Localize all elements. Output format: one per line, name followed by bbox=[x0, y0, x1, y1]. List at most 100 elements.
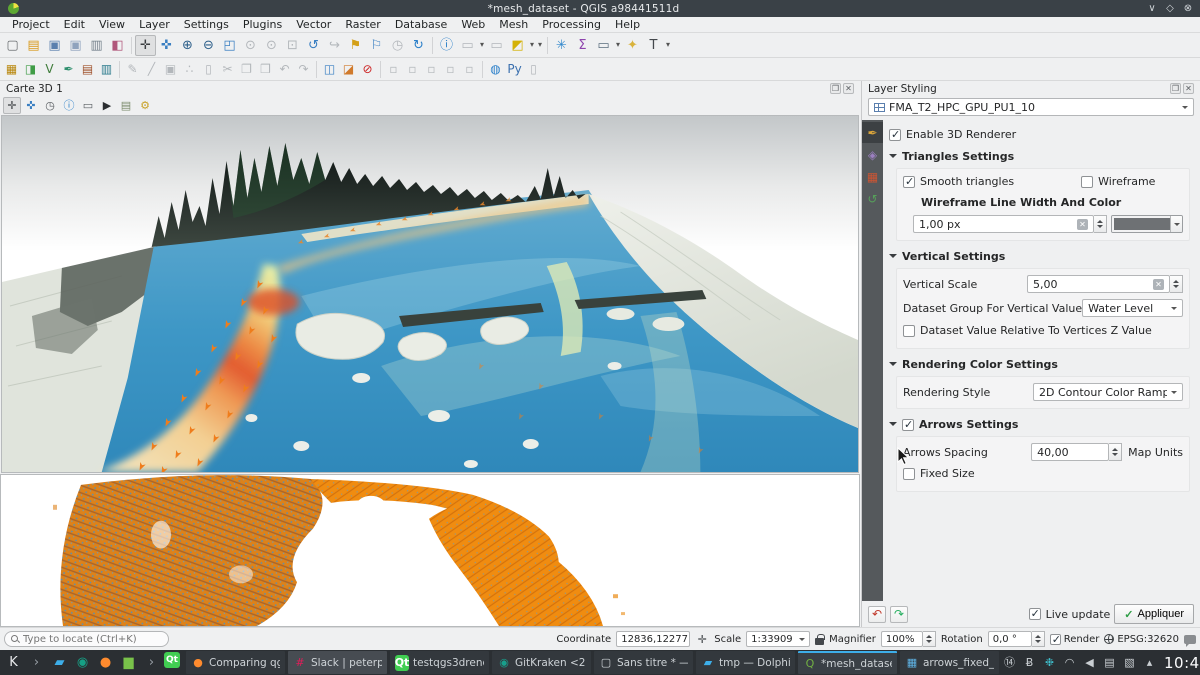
tray-network-icon[interactable]: ◠ bbox=[1061, 654, 1078, 672]
locate-bar[interactable] bbox=[4, 631, 169, 647]
menu-settings[interactable]: Settings bbox=[177, 17, 236, 33]
select-by-expression-icon[interactable]: ▭ bbox=[486, 35, 507, 56]
tray-expand-icon[interactable]: ▴ bbox=[1141, 654, 1158, 672]
2d-map-canvas[interactable] bbox=[0, 474, 860, 627]
map-tips-icon[interactable]: ✦ bbox=[622, 35, 643, 56]
undo-edit-icon[interactable]: ↶ bbox=[275, 60, 294, 79]
rotate-label-icon[interactable]: ▫ bbox=[441, 60, 460, 79]
tray-clipboard-icon[interactable]: ▤ bbox=[1101, 654, 1118, 672]
move-label-icon[interactable]: ▫ bbox=[422, 60, 441, 79]
new-spatial-bookmark-icon[interactable]: ⚑ bbox=[345, 35, 366, 56]
identify-3d-icon[interactable]: ⓘ bbox=[60, 97, 78, 114]
clear-icon[interactable] bbox=[1153, 279, 1164, 290]
coordinate-input[interactable]: 12836,12277 bbox=[616, 631, 690, 647]
task-slack[interactable]: #Slack | peterp ... bbox=[288, 651, 387, 674]
new-spatialite-layer-icon[interactable]: ▤ bbox=[78, 60, 97, 79]
locate-input[interactable] bbox=[23, 634, 162, 645]
menu-raster[interactable]: Raster bbox=[338, 17, 387, 33]
pan-to-selection-icon[interactable]: ✜ bbox=[156, 35, 177, 56]
zoom-out-icon[interactable]: ⊖ bbox=[198, 35, 219, 56]
clear-icon[interactable] bbox=[1077, 219, 1088, 230]
vertical-scale-input[interactable]: 5,00 bbox=[1027, 275, 1170, 293]
menu-edit[interactable]: Edit bbox=[57, 17, 92, 33]
zoom-in-icon[interactable]: ⊕ bbox=[177, 35, 198, 56]
pin-labels-icon[interactable]: ▫ bbox=[384, 60, 403, 79]
select-features-icon[interactable]: ▭ bbox=[457, 35, 478, 56]
save-project-icon[interactable]: ▣ bbox=[44, 35, 65, 56]
datasource-manager-icon[interactable]: ▦ bbox=[2, 60, 21, 79]
arrows-section-header[interactable]: Arrows Settings bbox=[889, 418, 1192, 431]
3d-map-canvas[interactable] bbox=[1, 115, 859, 473]
deselect-all-icon[interactable]: ◩ bbox=[507, 35, 528, 56]
task-qgis[interactable]: Q*mesh_datase... bbox=[798, 651, 897, 674]
task-qtcreator[interactable]: Qttestqgs3drend... bbox=[390, 651, 489, 674]
relative-z-checkbox[interactable] bbox=[903, 325, 915, 337]
task-gitkraken[interactable]: ◉GitKraken <2> bbox=[492, 651, 591, 674]
zoom-full-icon[interactable]: ◰ bbox=[219, 35, 240, 56]
menu-vector[interactable]: Vector bbox=[289, 17, 338, 33]
measure-line-icon[interactable]: ▭ bbox=[593, 35, 614, 56]
new-print-layout-icon[interactable]: ▥ bbox=[86, 35, 107, 56]
file-manager-icon[interactable]: ▰ bbox=[49, 652, 70, 673]
statistics-summary-icon[interactable]: Σ bbox=[572, 35, 593, 56]
live-update-checkbox[interactable] bbox=[1029, 608, 1041, 620]
color-dropdown[interactable] bbox=[1170, 216, 1182, 232]
system-monitor-icon[interactable]: ▆ bbox=[118, 652, 139, 673]
python-console-icon[interactable]: Py bbox=[505, 60, 524, 79]
menu-layer[interactable]: Layer bbox=[132, 17, 177, 33]
messages-icon[interactable] bbox=[1184, 635, 1196, 644]
launcher-chevron-1-icon[interactable]: › bbox=[26, 652, 47, 673]
close-icon[interactable]: ⊗ bbox=[1180, 2, 1196, 16]
redo-edit-icon[interactable]: ↷ bbox=[294, 60, 313, 79]
export-3d-scene-icon[interactable]: ▤ bbox=[117, 97, 135, 114]
new-virtual-layer-icon[interactable]: ▥ bbox=[97, 60, 116, 79]
options-3d-icon[interactable]: ⚙ bbox=[136, 97, 154, 114]
layer-diagram-icon[interactable]: ◪ bbox=[339, 60, 358, 79]
show-bookmarks-icon[interactable]: ⚐ bbox=[366, 35, 387, 56]
cut-features-icon[interactable]: ✂ bbox=[218, 60, 237, 79]
tray-notifications-icon[interactable]: ⑭ bbox=[1001, 654, 1018, 672]
layer-labeling-icon[interactable]: ◫ bbox=[320, 60, 339, 79]
select-caret-icon[interactable]: ▾ bbox=[478, 35, 486, 56]
toggle-editing-icon[interactable]: ✎ bbox=[123, 60, 142, 79]
scale-select[interactable]: 1:33909 bbox=[746, 631, 810, 647]
fixed-size-checkbox[interactable] bbox=[903, 468, 915, 480]
tray-vault-icon[interactable]: ▧ bbox=[1121, 654, 1138, 672]
rendering-section-header[interactable]: Rendering Color Settings bbox=[889, 358, 1192, 371]
animation-3d-icon[interactable]: ◷ bbox=[41, 97, 59, 114]
minimize-icon[interactable]: ∨ bbox=[1144, 2, 1160, 16]
gitkraken-launcher-icon[interactable]: ◉ bbox=[72, 652, 93, 673]
menu-project[interactable]: Project bbox=[5, 17, 57, 33]
play-animation-3d-icon[interactable]: ▶ bbox=[98, 97, 116, 114]
camera-control-3d-icon[interactable]: ✜ bbox=[22, 97, 40, 114]
add-feature-icon[interactable]: ╱ bbox=[142, 60, 161, 79]
measure-caret-icon[interactable]: ▾ bbox=[614, 35, 622, 56]
zoom-last-icon[interactable]: ↺ bbox=[303, 35, 324, 56]
processing-toolbox-icon[interactable]: ✳ bbox=[551, 35, 572, 56]
wireframe-checkbox[interactable] bbox=[1081, 176, 1093, 188]
lock-scale-icon[interactable] bbox=[815, 638, 824, 645]
arrows-spacing-spinner[interactable] bbox=[1109, 443, 1122, 461]
apply-button[interactable]: ✓ Appliquer bbox=[1114, 604, 1194, 624]
tray-volume-icon[interactable]: ◀ bbox=[1081, 654, 1098, 672]
style-manager-icon[interactable]: ◧ bbox=[107, 35, 128, 56]
vertical-section-header[interactable]: Vertical Settings bbox=[889, 250, 1192, 263]
style-undo-icon[interactable]: ↶ bbox=[868, 606, 886, 623]
vertical-scale-spinner[interactable] bbox=[1170, 275, 1183, 293]
highlight-labels-icon[interactable]: ▫ bbox=[403, 60, 422, 79]
enable-3d-checkbox[interactable] bbox=[889, 129, 901, 141]
qt-creator-launcher-icon[interactable]: Qt bbox=[164, 652, 180, 668]
rotation-input[interactable]: 0,0 ° bbox=[988, 631, 1032, 647]
delete-selected-icon[interactable]: ▯ bbox=[199, 60, 218, 79]
tray-app-indicator-icon[interactable]: ❉ bbox=[1041, 654, 1058, 672]
measure-3d-icon[interactable]: ▭ bbox=[79, 97, 97, 114]
deselect-caret-icon[interactable]: ▾ bbox=[528, 35, 536, 56]
crs-status[interactable]: EPSG:32620 bbox=[1104, 634, 1179, 645]
triangles-section-header[interactable]: Triangles Settings bbox=[889, 150, 1192, 163]
pan-map-icon[interactable]: ✛ bbox=[135, 35, 156, 56]
metasearch-icon[interactable]: ◍ bbox=[486, 60, 505, 79]
menu-help[interactable]: Help bbox=[608, 17, 647, 33]
new-geopackage-layer-icon[interactable]: ✒ bbox=[59, 60, 78, 79]
save-project-as-icon[interactable]: ▣ bbox=[65, 35, 86, 56]
text-annotation-icon[interactable]: T bbox=[643, 35, 664, 56]
